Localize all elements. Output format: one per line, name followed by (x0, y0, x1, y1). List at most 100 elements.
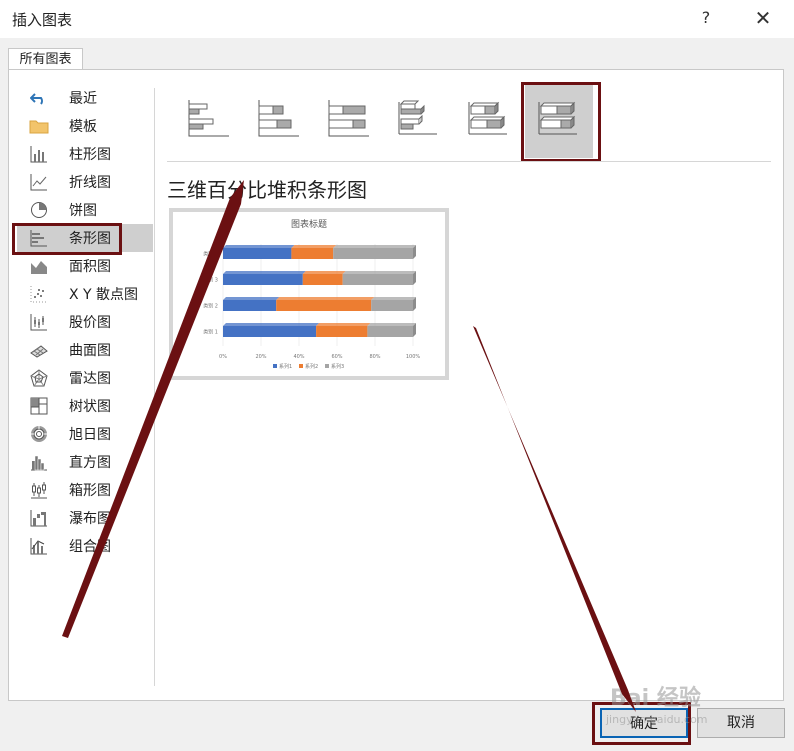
3d-stacked-bar-icon (467, 98, 511, 142)
category-recent[interactable]: 最近 (17, 84, 153, 112)
folder-icon (29, 117, 49, 135)
preview-bar-segment (223, 274, 303, 285)
preview-x-tick: 40% (293, 354, 304, 360)
subtype-stacked-bar[interactable] (245, 82, 313, 158)
preview-legend-label: 系列2 (305, 363, 318, 370)
preview-bar-top (223, 245, 295, 248)
category-bar[interactable]: 条形图 (12, 223, 153, 255)
preview-category-label: 类别 3 (203, 277, 218, 284)
sidebar-divider (154, 88, 155, 686)
preview-bar-segment (316, 326, 368, 337)
preview-legend-swatch (299, 364, 303, 368)
category-combo[interactable]: 组合图 (17, 532, 153, 560)
cancel-button[interactable]: 取消 (697, 708, 785, 738)
histogram-chart-icon (29, 453, 49, 471)
category-radar[interactable]: 雷达图 (17, 364, 153, 392)
category-pie[interactable]: 饼图 (17, 196, 153, 224)
stacked-bar-icon (257, 98, 301, 142)
line-chart-icon (29, 173, 49, 191)
preview-bar-segment (223, 326, 317, 337)
radar-chart-icon (29, 369, 49, 387)
waterfall-chart-icon (29, 509, 49, 527)
preview-legend-swatch (325, 364, 329, 368)
chart-preview[interactable]: 图表标题 0% 20% 40% 60% 80% 100% 类别 4 类别 3 类别 2 类别 1 … (169, 208, 449, 380)
tab-strip: 所有图表 (0, 38, 794, 72)
preview-x-tick: 20% (255, 354, 266, 360)
preview-bar-top (342, 271, 416, 274)
category-line[interactable]: 折线图 (17, 168, 153, 196)
preview-bar-top (333, 245, 416, 248)
preview-x-tick: 60% (331, 354, 342, 360)
preview-bar-segment (223, 248, 292, 259)
watermark-url: jingyan.baidu.com (606, 713, 708, 726)
preview-bar-top (316, 323, 371, 326)
area-chart-icon (29, 257, 49, 275)
surface-chart-icon (29, 341, 49, 359)
preview-bar-segment (342, 274, 413, 285)
preview-category-label: 类别 2 (203, 303, 218, 310)
preview-bar-segment (371, 300, 413, 311)
title-bar: 插入图表 ? ✕ (0, 0, 794, 38)
category-scatter[interactable]: X Y 散点图 (17, 280, 153, 308)
category-histogram[interactable]: 直方图 (17, 448, 153, 476)
treemap-chart-icon (29, 397, 49, 415)
category-treemap[interactable]: 树状图 (17, 392, 153, 420)
category-stock[interactable]: 股价图 (17, 308, 153, 336)
main-panel: 最近 模板 柱形图 折线图 饼图 条形图 面积图 X Y 散点图 股价图 曲面图… (8, 69, 784, 701)
preview-legend-swatch (273, 364, 277, 368)
preview-x-tick: 80% (369, 354, 380, 360)
percent-stacked-bar-icon (327, 98, 371, 142)
preview-bar-segment (223, 300, 277, 311)
category-templates[interactable]: 模板 (17, 112, 153, 140)
selected-subtype-highlight (521, 82, 601, 162)
category-waterfall[interactable]: 瀑布图 (17, 504, 153, 532)
category-area[interactable]: 面积图 (17, 252, 153, 280)
column-chart-icon (29, 145, 49, 163)
preview-bar-top (302, 271, 346, 274)
pie-chart-icon (29, 201, 49, 219)
preview-bar-segment (333, 248, 413, 259)
preview-bar-top (371, 297, 416, 300)
subtype-divider (167, 161, 771, 162)
preview-bar-segment (367, 326, 413, 337)
chart-category-list: 最近 模板 柱形图 折线图 饼图 条形图 面积图 X Y 散点图 股价图 曲面图… (12, 84, 153, 560)
help-button[interactable]: ? (694, 6, 718, 30)
category-surface[interactable]: 曲面图 (17, 336, 153, 364)
combo-chart-icon (29, 537, 49, 555)
undo-icon (29, 89, 49, 107)
clustered-bar-icon (187, 98, 231, 142)
preview-bar-top (367, 323, 416, 326)
3d-clustered-bar-icon (397, 98, 441, 142)
preview-bar-segment (302, 274, 343, 285)
preview-category-label: 类别 1 (203, 329, 218, 336)
preview-x-tick: 0% (219, 354, 227, 360)
watermark: Bai 经验 (610, 686, 701, 711)
preview-bar-top (223, 271, 306, 274)
box-chart-icon (29, 481, 49, 499)
stock-chart-icon (29, 313, 49, 331)
subtype-clustered-bar[interactable] (175, 82, 243, 158)
preview-bar-top (223, 323, 320, 326)
preview-x-tick: 100% (406, 354, 421, 360)
category-column[interactable]: 柱形图 (17, 140, 153, 168)
preview-bar-segment (276, 300, 372, 311)
preview-bar-segment (291, 248, 334, 259)
preview-chart-title: 图表标题 (291, 218, 327, 230)
sunburst-chart-icon (29, 425, 49, 443)
preview-legend-label: 系列3 (331, 363, 344, 370)
subtype-3d-clustered-bar[interactable] (385, 82, 453, 158)
preview-legend-label: 系列1 (279, 363, 292, 370)
category-sunburst[interactable]: 旭日图 (17, 420, 153, 448)
scatter-chart-icon (29, 285, 49, 303)
preview-chart-svg: 图表标题 0% 20% 40% 60% 80% 100%类别 4类别 3类别 2类别 1 … (203, 218, 421, 370)
dialog-title: 插入图表 (12, 11, 73, 29)
selected-category-highlight (12, 223, 122, 255)
preview-bar-top (291, 245, 337, 248)
preview-bar-top (276, 297, 375, 300)
preview-category-label: 类别 4 (203, 251, 218, 258)
subtype-percent-stacked-bar[interactable] (315, 82, 383, 158)
close-button[interactable]: ✕ (749, 4, 777, 32)
subtype-3d-stacked-bar[interactable] (455, 82, 523, 158)
chart-type-title: 三维百分比堆积条形图 (167, 178, 367, 202)
category-box-whisker[interactable]: 箱形图 (17, 476, 153, 504)
